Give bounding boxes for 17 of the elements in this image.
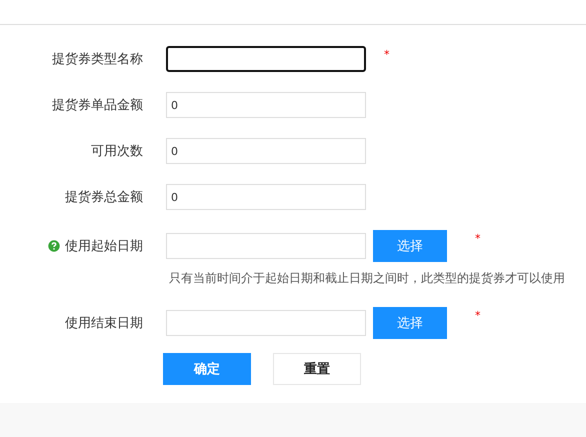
field-label: 提货券单品金额	[52, 97, 143, 114]
field-label: 使用起始日期	[65, 238, 143, 255]
field-label: 使用结束日期	[65, 315, 143, 332]
date-field[interactable]	[166, 310, 366, 336]
text-field[interactable]: 0	[166, 138, 366, 164]
required-mark: *	[475, 309, 480, 322]
field-label: 可用次数	[91, 143, 143, 160]
date-field[interactable]	[166, 233, 366, 259]
reset-button[interactable]: 重置	[273, 353, 361, 385]
required-mark: *	[475, 232, 480, 245]
text-field[interactable]	[166, 46, 366, 72]
required-mark: *	[384, 48, 390, 61]
field-label: 提货券总金额	[65, 189, 143, 206]
text-field[interactable]: 0	[166, 184, 366, 210]
field-label: 提货券类型名称	[52, 51, 143, 68]
hint-text: 只有当前时间介于起始日期和截止日期之间时，此类型的提货券才可以使用	[169, 270, 566, 287]
text-field[interactable]: 0	[166, 92, 366, 118]
